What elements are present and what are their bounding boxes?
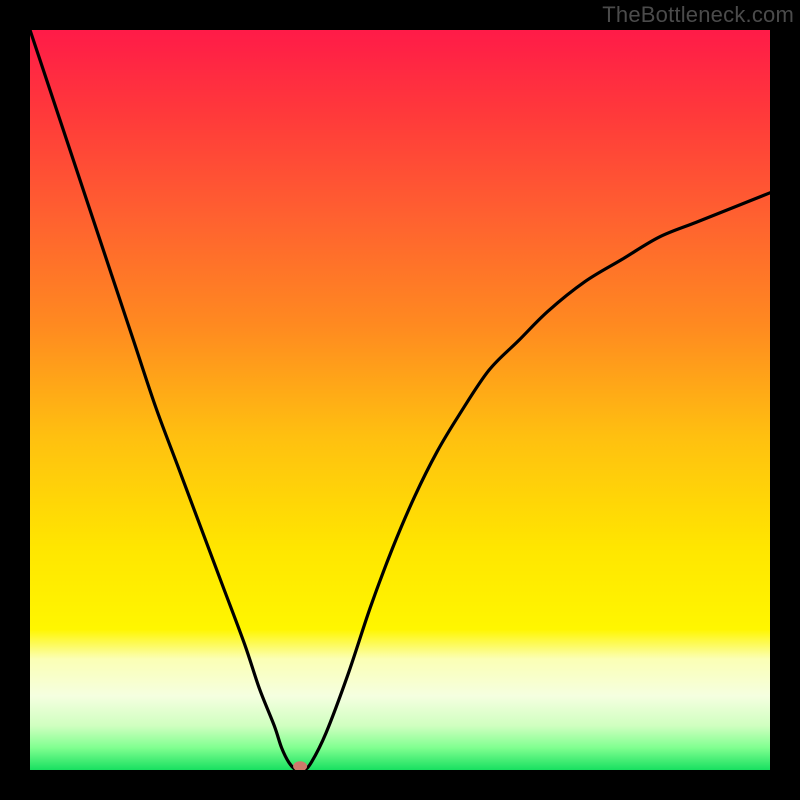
chart-frame: TheBottleneck.com	[0, 0, 800, 800]
bottleneck-curve	[30, 30, 770, 770]
watermark-text: TheBottleneck.com	[602, 2, 794, 28]
plot-area	[30, 30, 770, 770]
